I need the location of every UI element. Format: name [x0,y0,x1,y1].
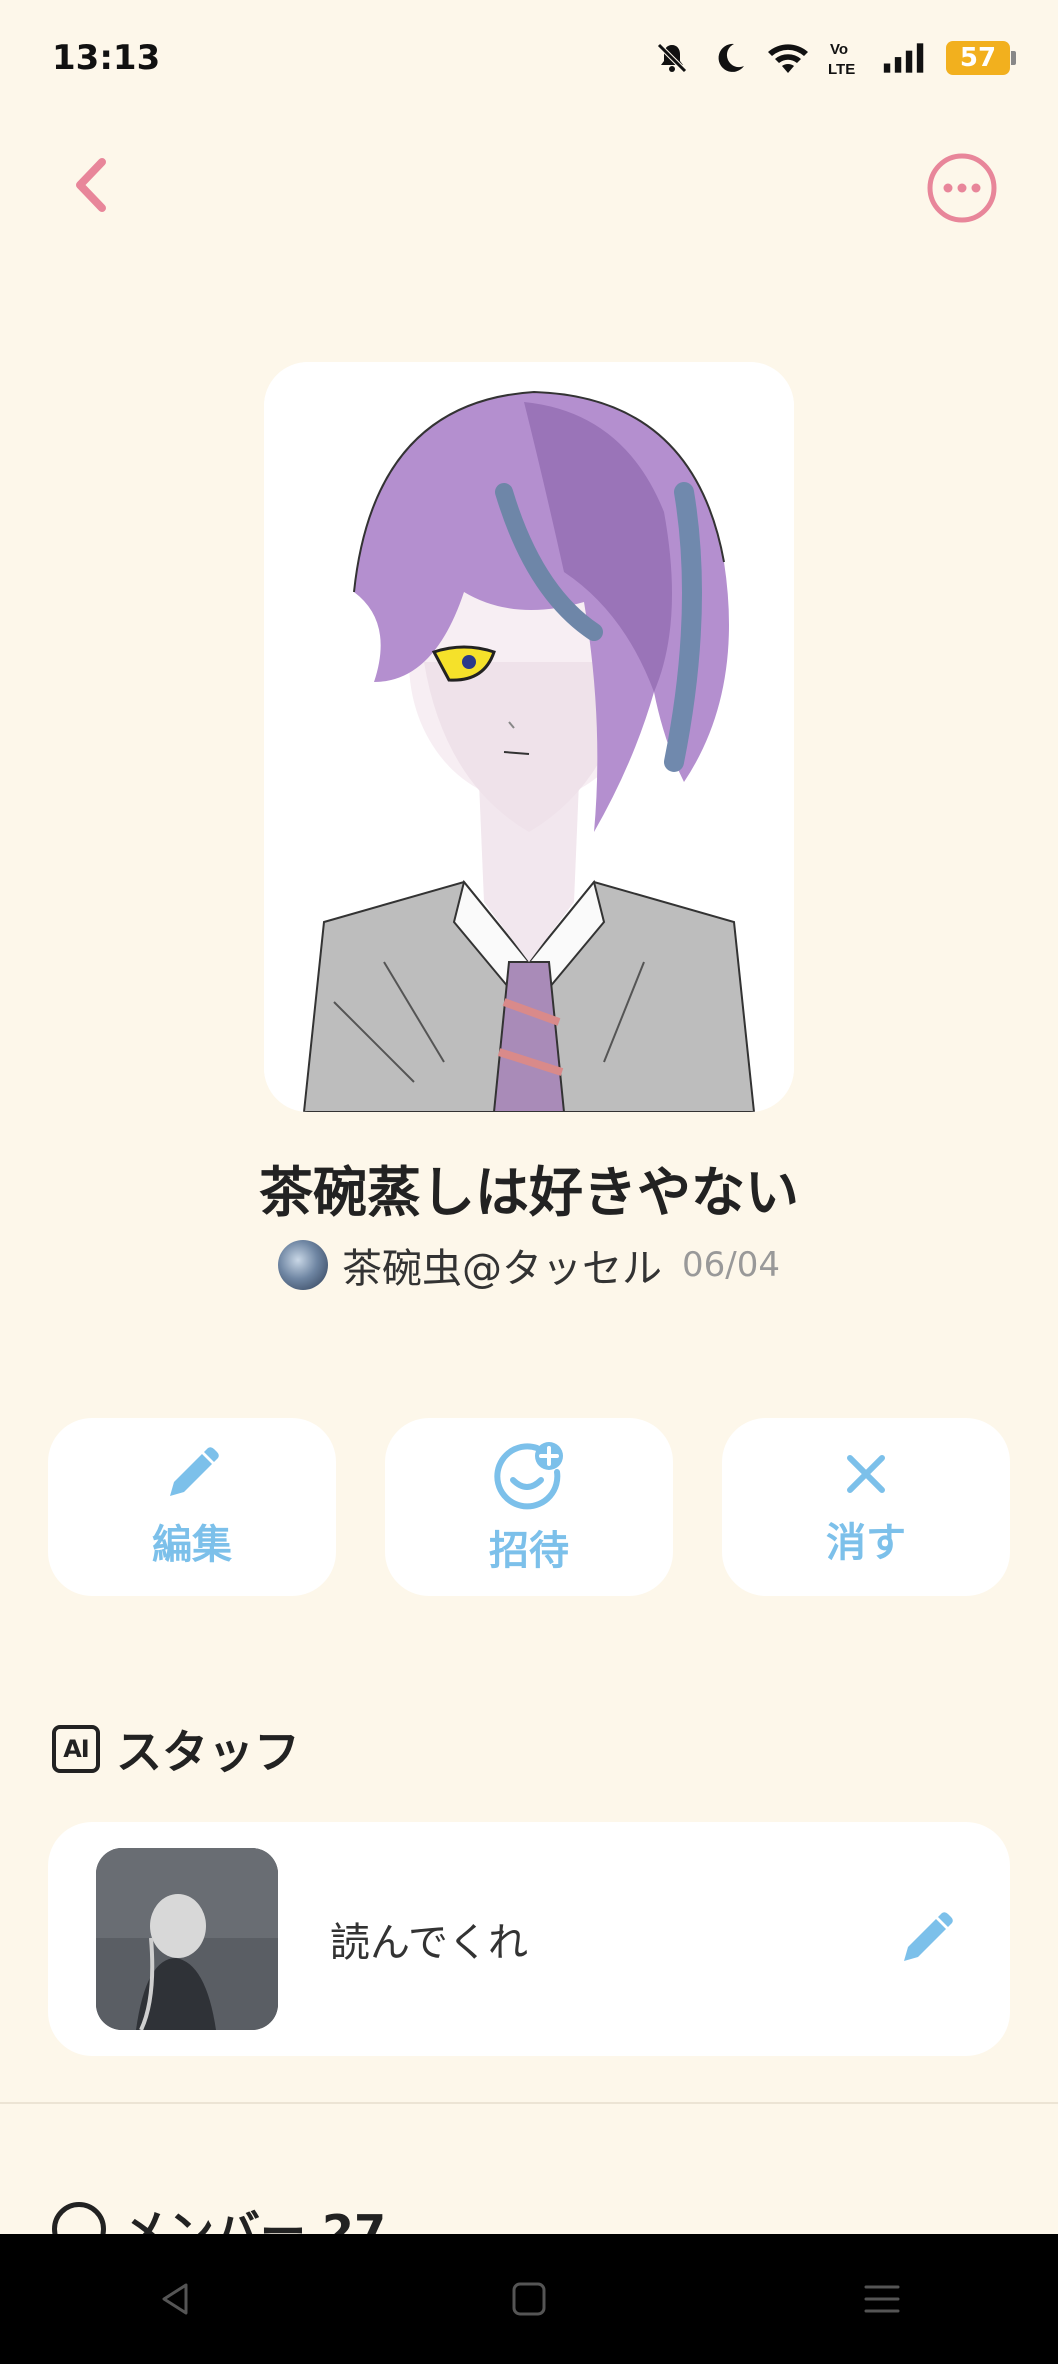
volte-icon: Vo LTE [824,36,868,80]
edit-label: 編集 [152,1522,232,1568]
status-icons: Vo LTE 57 [650,36,1016,80]
back-button[interactable] [64,150,124,220]
svg-text:Vo: Vo [830,41,848,58]
staff-name: 読んでくれ [330,1920,528,1966]
square-home-icon [512,2282,546,2316]
wifi-icon [766,36,810,80]
group-cover-image[interactable] [264,362,794,1112]
nav-home-button[interactable] [499,2269,559,2329]
more-horizontal-icon [927,153,997,223]
battery-icon: 57 [946,41,1016,75]
nav-back-button[interactable] [146,2269,206,2329]
staff-edit-button[interactable] [890,1903,962,1975]
mute-bell-icon [650,36,694,80]
invite-icon [494,1442,563,1510]
moon-icon [708,36,752,80]
ai-icon: AI [52,1725,100,1773]
creator-row[interactable]: 茶碗虫@タッセル 06/04 [0,1236,1058,1294]
invite-button[interactable]: 招待 [385,1418,673,1596]
section-divider [0,2102,1058,2104]
action-row: 編集 招待 消す [48,1418,1010,1596]
character-illustration [264,362,794,1112]
creator-name[interactable]: 茶碗虫@タッセル [342,1236,662,1294]
group-title: 茶碗蒸しは好きやない [259,1161,799,1224]
signal-icon [882,36,926,80]
invite-label: 招待 [489,1528,569,1574]
menu-lines-icon [864,2285,900,2313]
created-date: 06/04 [682,1245,780,1285]
staff-avatar [96,1848,278,2030]
more-button[interactable] [926,152,998,224]
pencil-icon [170,1447,219,1496]
nav-menu-button[interactable] [852,2269,912,2329]
chevron-left-icon [76,158,106,212]
delete-button[interactable]: 消す [722,1418,1010,1596]
staff-card[interactable]: 読んでくれ [48,1822,1010,2056]
creator-avatar[interactable] [278,1240,328,1290]
status-bar: 13:13 Vo LTE 57 [0,0,1058,120]
status-time: 13:13 [52,38,161,78]
triangle-back-icon [162,2283,188,2315]
staff-section-title: スタッフ [116,1725,300,1779]
svg-text:LTE: LTE [828,61,855,78]
pencil-icon [904,1912,953,1961]
battery-level: 57 [959,43,997,73]
system-nav-bar [0,2234,1058,2364]
close-icon [847,1455,885,1493]
staff-section-header: AI スタッフ [52,1716,300,1782]
edit-button[interactable]: 編集 [48,1418,336,1596]
delete-label: 消す [826,1520,906,1566]
